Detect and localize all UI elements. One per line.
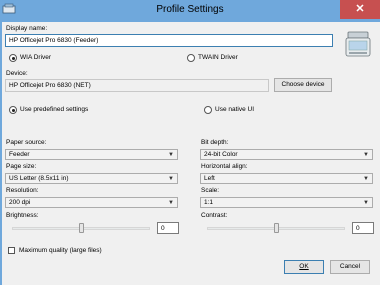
- scale-value: 1:1: [204, 199, 214, 206]
- ok-button[interactable]: OK: [284, 260, 324, 274]
- paper-source-value: Feeder: [9, 151, 30, 158]
- chevron-down-icon: ▼: [168, 176, 174, 182]
- use-native-ui-label[interactable]: Use native UI: [215, 106, 254, 113]
- paper-source-select[interactable]: Feeder ▼: [5, 149, 178, 160]
- page-size-select[interactable]: US Letter (8.5x11 in) ▼: [5, 173, 178, 184]
- display-name-input[interactable]: HP Officejet Pro 6830 (Feeder): [5, 34, 333, 47]
- brightness-label: Brightness:: [6, 212, 39, 219]
- chevron-down-icon: ▼: [363, 152, 369, 158]
- bit-depth-label: Bit depth:: [201, 139, 229, 146]
- wia-driver-label[interactable]: WIA Driver: [20, 54, 51, 61]
- use-predefined-settings-label[interactable]: Use predefined settings: [20, 106, 88, 113]
- use-native-ui-radio[interactable]: [204, 106, 212, 114]
- horizontal-align-select[interactable]: Left ▼: [200, 173, 373, 184]
- resolution-value: 200 dpi: [9, 199, 31, 206]
- bit-depth-select[interactable]: 24-bit Color ▼: [200, 149, 373, 160]
- cancel-button[interactable]: Cancel: [330, 260, 370, 274]
- chevron-down-icon: ▼: [363, 200, 369, 206]
- scale-label: Scale:: [201, 187, 220, 194]
- device-label: Device:: [6, 70, 28, 77]
- chevron-down-icon: ▼: [363, 176, 369, 182]
- resolution-label: Resolution:: [6, 187, 39, 194]
- chevron-down-icon: ▼: [168, 200, 174, 206]
- twain-driver-label[interactable]: TWAIN Driver: [198, 54, 238, 61]
- scanner-icon: [345, 30, 371, 60]
- bit-depth-value: 24-bit Color: [204, 151, 238, 158]
- wia-driver-radio[interactable]: [9, 54, 17, 62]
- device-field: HP Officejet Pro 6830 (NET): [5, 79, 269, 92]
- chevron-down-icon: ▼: [168, 152, 174, 158]
- use-predefined-settings-radio[interactable]: [9, 106, 17, 114]
- paper-source-label: Paper source:: [6, 139, 47, 146]
- twain-driver-radio[interactable]: [187, 54, 195, 62]
- window-title: Profile Settings: [156, 4, 224, 15]
- contrast-input[interactable]: 0: [352, 222, 374, 234]
- horizontal-align-value: Left: [204, 175, 215, 182]
- maximum-quality-label[interactable]: Maximum quality (large files): [19, 247, 102, 254]
- resolution-select[interactable]: 200 dpi ▼: [5, 197, 178, 208]
- contrast-label: Contrast:: [201, 212, 228, 219]
- brightness-input[interactable]: 0: [157, 222, 179, 234]
- scale-select[interactable]: 1:1 ▼: [200, 197, 373, 208]
- ok-button-label: OK: [299, 263, 309, 270]
- page-size-label: Page size:: [6, 163, 37, 170]
- close-button[interactable]: ✕: [340, 0, 380, 19]
- page-size-value: US Letter (8.5x11 in): [9, 175, 69, 182]
- dialog-body: Display name: HP Officejet Pro 6830 (Fee…: [2, 22, 380, 285]
- maximum-quality-checkbox[interactable]: [8, 247, 15, 254]
- title-bar: Profile Settings ✕: [0, 0, 380, 22]
- brightness-slider-thumb[interactable]: [78, 223, 84, 233]
- horizontal-align-label: Horizontal align:: [201, 163, 248, 170]
- display-name-label: Display name:: [6, 25, 48, 32]
- choose-device-button[interactable]: Choose device: [274, 78, 332, 92]
- cancel-button-label: Cancel: [339, 263, 361, 270]
- contrast-slider-thumb[interactable]: [273, 223, 279, 233]
